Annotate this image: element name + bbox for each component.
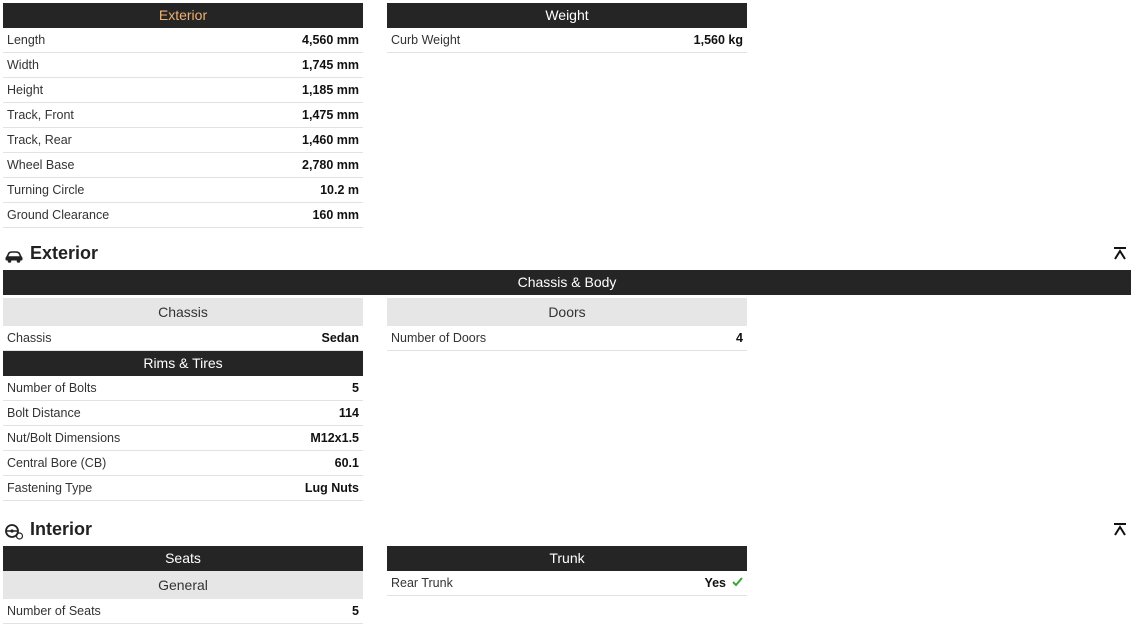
collapse-up-icon[interactable]: [1112, 245, 1128, 261]
row-value: 1,745 mm: [302, 58, 359, 72]
table-row: Wheel Base 2,780 mm: [3, 153, 363, 178]
row-value: 5: [352, 381, 359, 395]
row-value: 1,475 mm: [302, 108, 359, 122]
checkmark-icon: [732, 571, 743, 595]
weight-table-header: Weight: [387, 3, 747, 28]
table-row: Bolt Distance 114: [3, 401, 363, 426]
row-label: Number of Doors: [391, 331, 487, 345]
section-title-exterior: Exterior: [4, 240, 98, 266]
row-label: Rear Trunk: [391, 576, 453, 590]
row-value: Yes: [704, 576, 726, 590]
weight-table: Weight Curb Weight 1,560 kg: [387, 3, 747, 53]
section-title-text: Interior: [30, 519, 93, 539]
trunk-header: Trunk: [387, 546, 747, 571]
collapse-up-icon[interactable]: [1112, 521, 1128, 537]
row-label: Bolt Distance: [7, 406, 81, 420]
row-value: Sedan: [321, 331, 359, 345]
chassis-table: Chassis Chassis Sedan Rims & Tires Number…: [3, 298, 363, 501]
section-title-interior: Interior: [4, 516, 92, 542]
row-value: 1,560 kg: [693, 33, 743, 47]
row-value: 5: [352, 604, 359, 618]
table-row: Turning Circle 10.2 m: [3, 178, 363, 203]
exterior-dimensions-table: Exterior Length 4,560 mm Width 1,745 mm He…: [3, 3, 363, 228]
row-value: Lug Nuts: [304, 481, 359, 495]
row-label: Number of Bolts: [7, 381, 97, 395]
table-row: Fastening Type Lug Nuts: [3, 476, 363, 501]
row-label: Length: [7, 33, 46, 47]
row-value: 1,460 mm: [302, 133, 359, 147]
table-row: Ground Clearance 160 mm: [3, 203, 363, 228]
row-value: 4,560 mm: [302, 33, 359, 47]
table-row: Central Bore (CB) 60.1: [3, 451, 363, 476]
section-title-text: Exterior: [30, 243, 99, 263]
table-row: Nut/Bolt Dimensions M12x1.5: [3, 426, 363, 451]
seats-header: Seats: [3, 546, 363, 571]
row-label: Track, Front: [7, 108, 74, 122]
row-label: Ground Clearance: [7, 208, 110, 222]
row-label: Nut/Bolt Dimensions: [7, 431, 121, 445]
row-value: 4: [736, 331, 743, 345]
table-row: Number of Doors 4: [387, 326, 747, 351]
table-row: Width 1,745 mm: [3, 53, 363, 78]
row-label: Height: [7, 83, 44, 97]
row-value: 10.2 m: [320, 183, 359, 197]
row-label: Fastening Type: [7, 481, 93, 495]
row-value: 2,780 mm: [302, 158, 359, 172]
general-subheader: General: [3, 571, 363, 599]
row-label: Chassis: [7, 331, 52, 345]
row-label: Number of Seats: [7, 604, 101, 618]
row-value: 114: [338, 406, 359, 420]
table-row: Curb Weight 1,560 kg: [387, 28, 747, 53]
doors-subheader: Doors: [387, 298, 747, 326]
car-icon: [4, 245, 24, 263]
table-row: Track, Front 1,475 mm: [3, 103, 363, 128]
trunk-table: Trunk Rear Trunk Yes: [387, 546, 747, 596]
row-label: Central Bore (CB): [7, 456, 107, 470]
table-row: Rear Trunk Yes: [387, 571, 747, 596]
chassis-body-header: Chassis & Body: [3, 270, 1131, 295]
chassis-subheader: Chassis: [3, 298, 363, 326]
row-label: Width: [7, 58, 39, 72]
table-row: Height 1,185 mm: [3, 78, 363, 103]
row-label: Wheel Base: [7, 158, 75, 172]
row-label: Curb Weight: [391, 33, 461, 47]
table-row: Number of Seats 5: [3, 599, 363, 624]
table-row: Number of Bolts 5: [3, 376, 363, 401]
row-value: M12x1.5: [310, 431, 359, 445]
rims-tires-header: Rims & Tires: [3, 351, 363, 376]
seats-table: Seats General Number of Seats 5: [3, 546, 363, 624]
row-label: Track, Rear: [7, 133, 72, 147]
row-value: 60.1: [334, 456, 359, 470]
exterior-table-header: Exterior: [3, 3, 363, 28]
table-row: Length 4,560 mm: [3, 28, 363, 53]
row-value: 160 mm: [312, 208, 359, 222]
row-value: 1,185 mm: [302, 83, 359, 97]
table-row: Chassis Sedan: [3, 326, 363, 351]
steering-wheel-icon: [4, 521, 24, 540]
table-row: Track, Rear 1,460 mm: [3, 128, 363, 153]
doors-table: Doors Number of Doors 4: [387, 298, 747, 351]
row-label: Turning Circle: [7, 183, 85, 197]
